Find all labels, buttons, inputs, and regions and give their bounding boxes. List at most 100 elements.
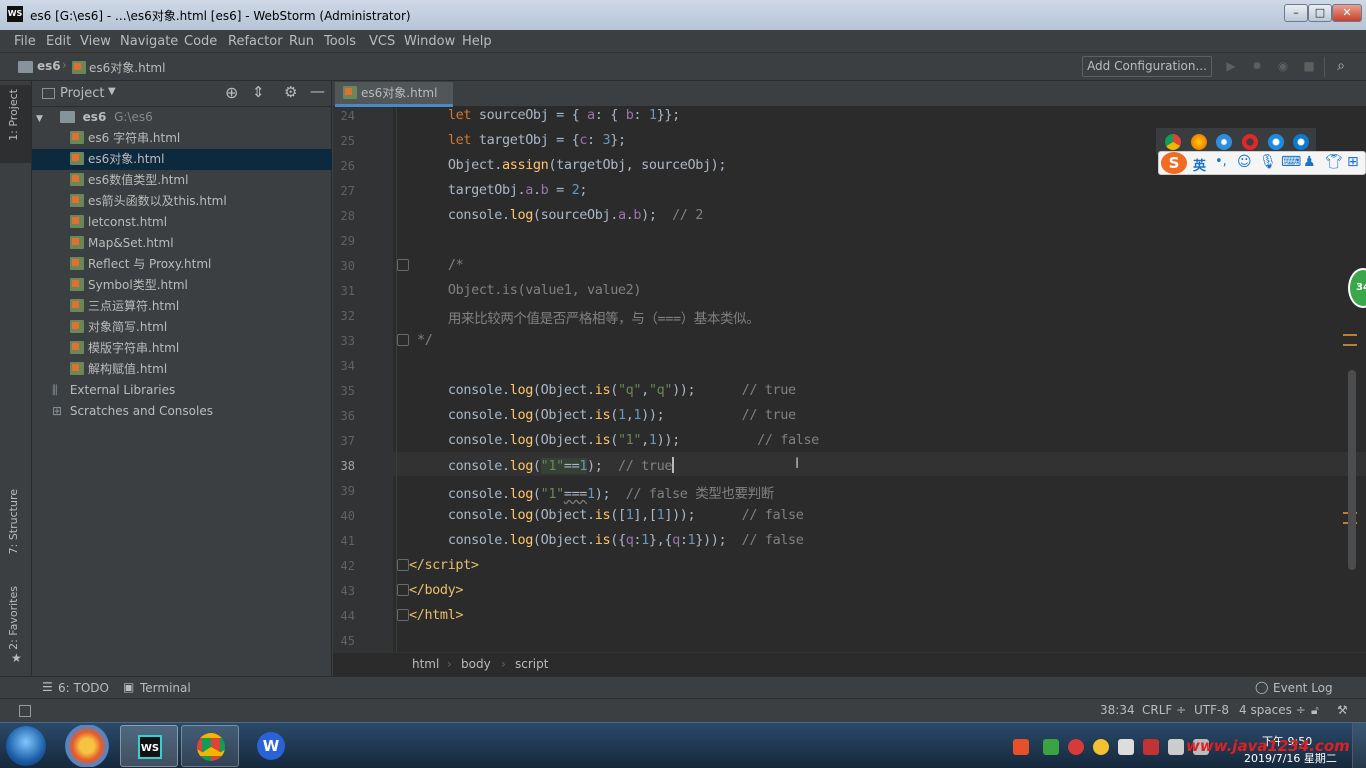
menu-code[interactable]: Code <box>184 34 217 49</box>
search-everywhere-icon[interactable]: ⌕ <box>1334 59 1348 73</box>
debug-icon[interactable]: ✹ <box>1250 59 1264 73</box>
code-editor[interactable]: 24 25 26 27 28 29 30 31 32 33 34 35 36 37 38 39 40 41 42 43… <box>333 107 1366 652</box>
taskbar-wps[interactable]: W <box>242 725 300 767</box>
stop-icon[interactable]: ■ <box>1302 59 1316 73</box>
caret-position[interactable]: 38:34 <box>1100 703 1135 717</box>
menu-edit[interactable]: Edit <box>46 34 71 49</box>
antivirus-tray-icon[interactable] <box>1068 739 1084 755</box>
locate-file-icon[interactable]: ⊕ <box>225 83 238 102</box>
opera-icon[interactable] <box>1242 134 1258 150</box>
breadcrumb-html[interactable]: html <box>412 657 439 671</box>
breadcrumb-script[interactable]: script <box>515 657 548 671</box>
fold-marker[interactable] <box>397 259 409 271</box>
tree-file-item[interactable]: es6对象.html <box>32 149 332 170</box>
tree-file-item[interactable]: 模版字符串.html <box>32 338 332 359</box>
inspector-icon[interactable]: ⚒ <box>1337 703 1348 717</box>
fold-marker[interactable] <box>397 559 409 571</box>
emoji-icon[interactable]: ☺ <box>1237 154 1252 170</box>
coverage-icon[interactable]: ◉ <box>1276 59 1290 73</box>
tool-tab-structure[interactable]: 7: Structure <box>7 489 25 554</box>
punctuation-icon[interactable]: •, <box>1215 154 1227 169</box>
tree-file-item[interactable]: 解构赋值.html <box>32 359 332 380</box>
editor-tab-active[interactable]: es6对象.html ✕ <box>335 82 453 122</box>
chrome-icon[interactable] <box>1165 134 1181 150</box>
scratches-and-consoles[interactable]: ⊞ Scratches and Consoles <box>32 401 332 422</box>
tool-tab-favorites[interactable]: 2: Favorites <box>7 586 25 650</box>
taskbar-chrome[interactable] <box>181 725 239 767</box>
project-view-title[interactable]: Project <box>60 86 104 101</box>
run-icon[interactable]: ▶ <box>1224 59 1238 73</box>
edge-icon[interactable] <box>1293 134 1309 150</box>
menu-tools[interactable]: Tools <box>324 34 356 49</box>
nav-crumb-file[interactable]: es6对象.html <box>89 59 165 76</box>
tree-file-item[interactable]: Symbol类型.html <box>32 275 332 296</box>
fold-marker[interactable] <box>397 334 409 346</box>
microphone-icon[interactable]: 🎙︎ <box>1259 154 1277 170</box>
tool-tab-project[interactable]: 1: Project <box>7 89 25 141</box>
safari-icon[interactable] <box>1216 134 1232 150</box>
tree-file-item[interactable]: Reflect 与 Proxy.html <box>32 254 332 275</box>
chevron-right-icon: › <box>447 657 452 671</box>
scroll-marker[interactable] <box>1343 344 1357 346</box>
tree-file-item[interactable]: es6数值类型.html <box>32 170 332 191</box>
menu-vcs[interactable]: VCS <box>369 34 395 49</box>
display-tray-icon[interactable] <box>1168 739 1184 755</box>
toolbox-icon[interactable]: ⊞ <box>1347 154 1359 170</box>
maximize-button[interactable]: □ <box>1308 4 1332 22</box>
hide-panel-icon[interactable]: — <box>310 82 325 100</box>
tree-file-item[interactable]: es6 字符串.html <box>32 128 332 149</box>
menu-run[interactable]: Run <box>289 34 314 49</box>
start-button[interactable] <box>6 726 46 766</box>
flag-tray-icon[interactable] <box>1143 739 1159 755</box>
minimize-button[interactable]: – <box>1284 4 1308 22</box>
gear-icon[interactable]: ⚙ <box>284 83 297 101</box>
sogou-tray-icon[interactable] <box>1013 739 1029 755</box>
tree-file-label: Map&Set.html <box>88 236 174 250</box>
external-libraries[interactable]: ⫼ External Libraries <box>32 380 332 401</box>
ie-icon[interactable] <box>1268 134 1284 150</box>
menu-file[interactable]: File <box>14 34 36 49</box>
tool-tab-event-log[interactable]: Event Log <box>1273 681 1333 695</box>
sogou-icon[interactable]: S <box>1161 152 1187 174</box>
tree-file-item[interactable]: 对象简写.html <box>32 317 332 338</box>
menu-view[interactable]: View <box>80 34 111 49</box>
toggle-tool-windows-icon[interactable] <box>19 705 31 717</box>
nav-crumb-project[interactable]: es6 <box>37 59 61 73</box>
menu-navigate[interactable]: Navigate <box>120 34 178 49</box>
fold-marker[interactable] <box>397 584 409 596</box>
chevron-down-icon[interactable]: ▼ <box>108 86 116 97</box>
file-encoding[interactable]: UTF-8 <box>1194 703 1229 717</box>
user-icon[interactable]: ♟ <box>1303 154 1316 170</box>
network-tray-icon[interactable] <box>1118 739 1134 755</box>
breadcrumb-body[interactable]: body <box>461 657 491 671</box>
indent-setting[interactable]: 4 spaces ÷ <box>1239 703 1306 717</box>
show-desktop-button[interactable] <box>1352 723 1366 768</box>
menu-window[interactable]: Window <box>404 34 455 49</box>
ime-language[interactable]: 英 <box>1193 155 1206 174</box>
security-tray-icon[interactable] <box>1043 739 1059 755</box>
scroll-marker[interactable] <box>1343 334 1357 336</box>
skin-icon[interactable]: 👕︎ <box>1325 154 1343 170</box>
keyboard-icon[interactable]: ⌨ <box>1281 154 1301 170</box>
menu-help[interactable]: Help <box>462 34 492 49</box>
collapse-all-icon[interactable]: ⇕ <box>252 83 265 101</box>
tree-file-item[interactable]: Map&Set.html <box>32 233 332 254</box>
menu-refactor[interactable]: Refactor <box>228 34 283 49</box>
editor-scrollbar[interactable] <box>1348 370 1356 570</box>
addon-tray-icon[interactable] <box>1093 739 1109 755</box>
fold-marker[interactable] <box>397 609 409 621</box>
close-button[interactable]: ✕ <box>1332 4 1362 22</box>
tool-tab-terminal[interactable]: Terminal <box>140 681 191 695</box>
line-separator[interactable]: CRLF ÷ <box>1142 703 1186 717</box>
tree-file-item[interactable]: 三点运算符.html <box>32 296 332 317</box>
taskbar-webstorm[interactable]: WS <box>120 725 178 767</box>
firefox-icon[interactable] <box>1191 134 1207 150</box>
tree-file-item[interactable]: letconst.html <box>32 212 332 233</box>
tree-root[interactable]: ▼ es6 G:\es6 <box>32 107 332 128</box>
tree-file-item[interactable]: es箭头函数以及this.html <box>32 191 332 212</box>
chevron-down-icon: ▼ <box>36 114 43 124</box>
tool-tab-todo[interactable]: 6: TODO <box>58 681 109 695</box>
app-pinned-icon[interactable] <box>58 725 116 767</box>
lock-icon[interactable]: 🔓︎ <box>1311 703 1319 718</box>
add-configuration-button[interactable]: Add Configuration... <box>1082 56 1212 77</box>
